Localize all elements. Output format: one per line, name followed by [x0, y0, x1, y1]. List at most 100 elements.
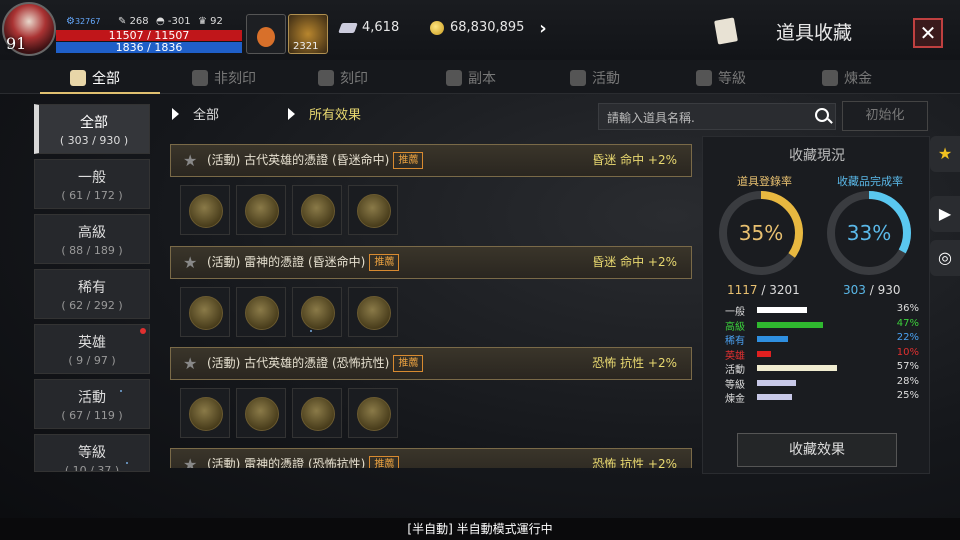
- grade-name: 稀有: [725, 336, 745, 347]
- swirl-icon[interactable]: ◎: [930, 240, 960, 276]
- reset-button[interactable]: 初始化: [842, 101, 928, 131]
- tab-alchemy[interactable]: 煉金: [822, 68, 872, 88]
- tab-label: 等級: [718, 71, 746, 87]
- play-arrow-icon: [172, 108, 179, 120]
- search-icon[interactable]: [815, 108, 829, 122]
- item-slot[interactable]: [348, 185, 398, 235]
- item-slot[interactable]: [292, 388, 342, 438]
- grade-bar-fill: [757, 379, 797, 386]
- potion-icon: [257, 27, 275, 47]
- effect-filter[interactable]: 所有效果: [288, 104, 361, 123]
- gem-icon: [338, 22, 358, 33]
- category-filter[interactable]: 全部: [172, 104, 219, 123]
- sidebar-item-name: 一般: [78, 170, 106, 186]
- sidebar-item-all[interactable]: 全部 ( 303 / 930 ): [34, 104, 150, 154]
- collection-card-header[interactable]: ★ (活動) 雷神的憑證 (恐怖抗性) 推薦 恐怖 抗性 +2%: [170, 448, 692, 468]
- search-input[interactable]: 請輸入道具名稱.: [598, 103, 836, 130]
- recommend-tag: 推薦: [369, 254, 400, 271]
- grade-bar-fill: [757, 321, 823, 328]
- item-slot[interactable]: [236, 287, 286, 337]
- tab-engraved[interactable]: 刻印: [318, 68, 368, 88]
- completion-total: / 930: [865, 283, 901, 297]
- star-icon[interactable]: ★: [183, 145, 197, 176]
- play-icon[interactable]: ▶: [930, 196, 960, 232]
- sidebar-item-hero[interactable]: 英雄 ( 9 / 97 ): [34, 324, 150, 374]
- grade-name: 英雄: [725, 350, 745, 362]
- tab-non-engraved[interactable]: 非刻印: [192, 68, 256, 88]
- item-slot[interactable]: [236, 185, 286, 235]
- item-slot[interactable]: [292, 287, 342, 337]
- collection-card-header[interactable]: ★ (活動) 古代英雄的憑證 (昏迷命中) 推薦 昏迷 命中 +2%: [170, 144, 692, 177]
- grade-name: 等級: [725, 379, 745, 391]
- tab-all[interactable]: 全部: [70, 68, 120, 88]
- completion-rate-label: 收藏品完成率: [837, 175, 903, 188]
- star-icon[interactable]: ★: [183, 348, 197, 379]
- sidebar-item-name: 稀有: [78, 280, 106, 296]
- grade-name: 煉金: [725, 394, 745, 405]
- completion-count: 303 / 930: [843, 283, 900, 297]
- tab-level[interactable]: 等級: [696, 68, 746, 88]
- active-tab-indicator: [40, 92, 160, 94]
- grade-bar-row: 等級 28%: [725, 376, 919, 391]
- sidebar-item-count: ( 61 / 172 ): [61, 189, 123, 202]
- grade-percent: 10%: [896, 346, 919, 358]
- buff-slot[interactable]: 2321: [288, 14, 328, 54]
- play-arrow-icon: [288, 108, 295, 120]
- collection-card-header[interactable]: ★ (活動) 雷神的憑證 (昏迷命中) 推薦 昏迷 命中 +2%: [170, 246, 692, 279]
- item-slot[interactable]: [180, 185, 230, 235]
- stat-trophy-value: 92: [210, 16, 223, 27]
- coin-item-icon: [357, 194, 391, 228]
- item-slots: [170, 380, 692, 448]
- sidebar-item-count: ( 10 / 37 ): [64, 464, 120, 472]
- sparkle: [120, 390, 122, 392]
- recommend-tag: 推薦: [393, 355, 424, 372]
- item-slot[interactable]: [180, 287, 230, 337]
- gold-icon: [430, 20, 444, 35]
- sidebar-item-rare[interactable]: 稀有 ( 62 / 292 ): [34, 269, 150, 319]
- stat-attack: ✎ 268: [118, 16, 149, 27]
- close-button[interactable]: ✕: [913, 18, 943, 48]
- sidebar-item-event[interactable]: 活動 ( 67 / 119 ): [34, 379, 150, 429]
- registration-total: / 3201: [757, 283, 800, 297]
- item-slot[interactable]: [180, 388, 230, 438]
- grade-percent: 47%: [896, 317, 919, 329]
- potion-slot[interactable]: 0: [246, 14, 297, 54]
- favorite-star-icon[interactable]: ★: [930, 136, 960, 172]
- grade-bar-row: 活動 57%: [725, 361, 919, 376]
- sidebar-item-normal[interactable]: 一般 ( 61 / 172 ): [34, 159, 150, 209]
- collection-name: (活動) 雷神的憑證 (昏迷命中): [207, 255, 366, 269]
- gold-currency: 68,830,895: [430, 20, 524, 35]
- tab-dungeon[interactable]: 副本: [446, 68, 496, 88]
- registration-count: 1117 / 3201: [727, 283, 800, 297]
- star-icon[interactable]: ★: [183, 247, 197, 278]
- recommend-tag: 推薦: [369, 456, 400, 468]
- coin-item-icon: [301, 397, 335, 431]
- collection-card: ★ (活動) 雷神的憑證 (昏迷命中) 推薦 昏迷 命中 +2%: [170, 246, 692, 347]
- stat-attack-value: 268: [129, 16, 149, 27]
- item-slot[interactable]: [348, 388, 398, 438]
- stat-defense-value: -301: [167, 16, 191, 27]
- registration-percent: 35%: [738, 221, 784, 245]
- collection-card-header[interactable]: ★ (活動) 古代英雄的憑證 (恐怖抗性) 推薦 恐怖 抗性 +2%: [170, 347, 692, 380]
- grade-name: 高級: [725, 321, 745, 333]
- book-icon: [70, 70, 86, 86]
- item-slot[interactable]: [292, 185, 342, 235]
- currency-expand-button[interactable]: ›: [530, 16, 556, 42]
- sidebar-item-level[interactable]: 等級 ( 10 / 37 ): [34, 434, 150, 472]
- sidebar-item-advanced[interactable]: 高級 ( 88 / 189 ): [34, 214, 150, 264]
- collection-effect-button[interactable]: 收藏效果: [737, 433, 897, 467]
- coin-item-icon: [189, 296, 223, 330]
- status-bar: [半自動] 半自動模式運行中: [0, 518, 960, 540]
- mp-text: 1836 / 1836: [115, 41, 183, 54]
- sidebar-item-count: ( 9 / 97 ): [68, 354, 116, 367]
- grade-bar-row: 一般 36%: [725, 303, 919, 318]
- tab-event[interactable]: 活動: [570, 68, 620, 88]
- stat-defense: ◓ -301: [156, 16, 191, 27]
- collection-name: (活動) 雷神的憑證 (恐怖抗性): [207, 457, 366, 468]
- item-slot[interactable]: [236, 388, 286, 438]
- item-slot[interactable]: [348, 287, 398, 337]
- star-icon[interactable]: ★: [183, 449, 197, 468]
- coin-item-icon: [245, 397, 279, 431]
- buff-count: 2321: [293, 41, 319, 52]
- grade-bar-fill: [757, 394, 792, 400]
